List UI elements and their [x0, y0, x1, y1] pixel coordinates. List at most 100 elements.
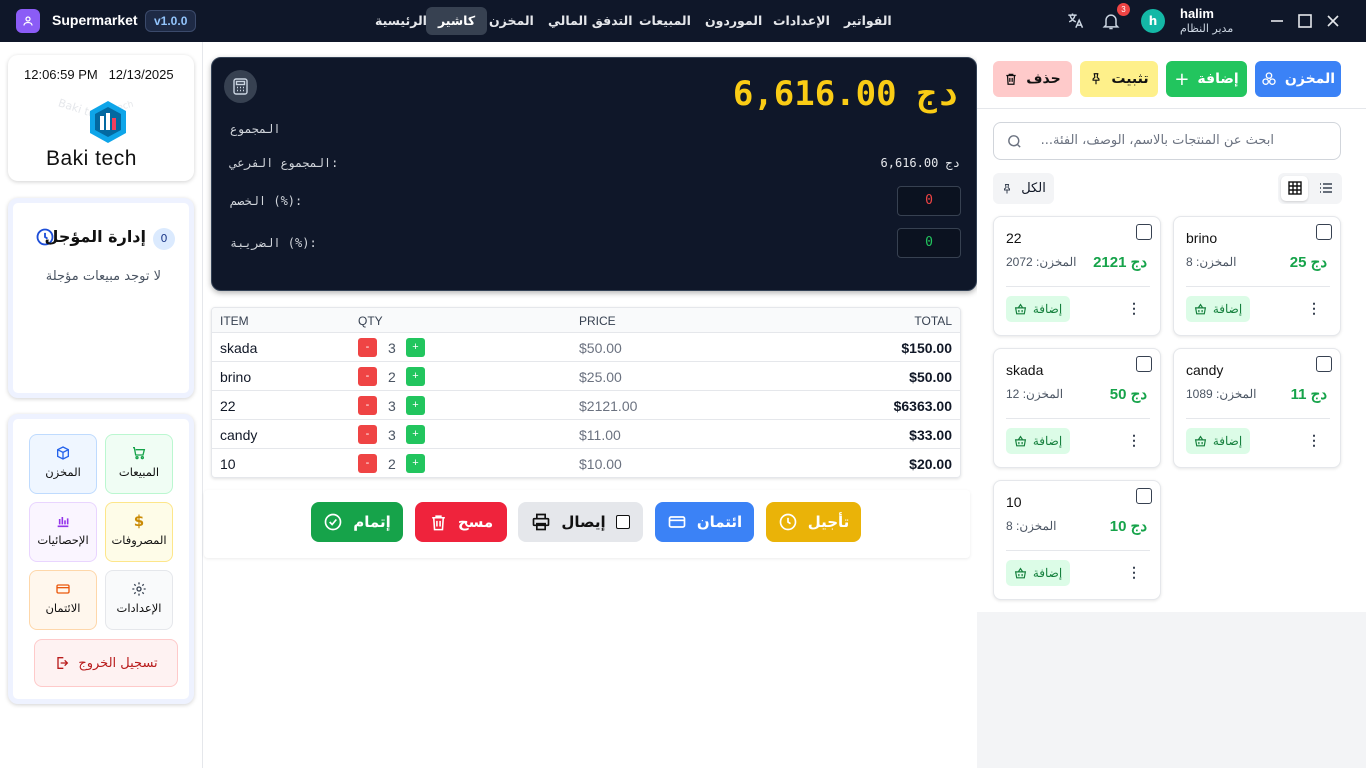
clock-time: 12:06:59 PM 12/13/2025 [24, 67, 174, 82]
trash-icon [1006, 73, 1016, 85]
product-name: candy [1186, 362, 1224, 378]
nav-home[interactable]: الرئيسية [375, 7, 427, 35]
add-to-cart-button[interactable]: إضافة [1006, 296, 1070, 322]
maximize-icon[interactable] [1295, 11, 1315, 31]
deferred-count-badge: 0 [153, 228, 175, 250]
increase-qty-button[interactable]: + [406, 396, 425, 415]
decrease-qty-button[interactable]: - [358, 396, 377, 415]
receipt-button[interactable]: إيصال [518, 502, 643, 542]
product-checkbox[interactable] [1316, 224, 1332, 240]
credit-card-icon [668, 516, 686, 528]
row-qty: 2 [388, 456, 396, 472]
add-to-cart-button[interactable]: إضافة [1186, 296, 1250, 322]
filter-all-button[interactable]: الكل [993, 173, 1054, 204]
defer-button[interactable]: تأجيل [766, 502, 861, 542]
product-price: دج 25 [1289, 254, 1327, 271]
deferred-title: إدارة المؤجل [44, 227, 146, 246]
close-icon[interactable] [1323, 11, 1343, 31]
product-search-input[interactable]: ابحث عن المنتجات بالاسم، الوصف، الفئة... [993, 122, 1341, 160]
avatar[interactable]: h [1141, 9, 1165, 33]
quick-nav-card: المبيعات المخزن $ المصروفات الإحصائيات ا… [8, 414, 194, 704]
nav-store[interactable]: المخزن [489, 7, 534, 35]
nav-cashflow[interactable]: التدفق المالي [548, 7, 633, 35]
nav-cashier[interactable]: كاشير [426, 7, 488, 35]
credit-button[interactable]: ائتمان [655, 502, 754, 542]
clock-card: 12:06:59 PM 12/13/2025 Baki tech tech Ba… [8, 55, 194, 181]
add-to-cart-button[interactable]: إضافة [1186, 428, 1250, 454]
product-price: دج 50 [1109, 386, 1147, 403]
product-card[interactable]: brino المخزن: 8 دج 25 إضافة ⋮ [1173, 216, 1341, 336]
increase-qty-button[interactable]: + [406, 367, 425, 386]
col-total: TOTAL [914, 314, 952, 328]
increase-qty-button[interactable]: + [406, 454, 425, 473]
logout-label: تسجيل الخروج [78, 655, 158, 671]
logout-icon [57, 657, 69, 669]
row-qty: 2 [388, 369, 396, 385]
tax-label: الضريبة (%): [230, 236, 317, 250]
divider [202, 42, 203, 768]
settings-tile-label: الإعدادات [116, 601, 162, 615]
increase-qty-button[interactable]: + [406, 338, 425, 357]
table-row: brino - 2 + $25.00 $50.00 [212, 362, 960, 391]
sales-tile[interactable]: المبيعات [105, 434, 173, 494]
increase-qty-button[interactable]: + [406, 425, 425, 444]
add-product-label: إضافة [1197, 71, 1239, 87]
minimize-icon[interactable] [1267, 11, 1287, 31]
nav-suppliers[interactable]: الموردون [705, 7, 762, 35]
grand-total: دج 6,616.00 [732, 74, 958, 114]
row-item: candy [220, 427, 258, 443]
delete-button[interactable]: حذف [993, 61, 1072, 97]
table-row: 10 - 2 + $10.00 $20.00 [212, 449, 960, 477]
add-to-cart-button[interactable]: إضافة [1006, 428, 1070, 454]
more-vertical-icon[interactable]: ⋮ [1126, 565, 1142, 581]
product-checkbox[interactable] [1136, 488, 1152, 504]
decrease-qty-button[interactable]: - [358, 425, 377, 444]
list-view-button[interactable] [1312, 176, 1339, 201]
decrease-qty-button[interactable]: - [358, 367, 377, 386]
calculator-button[interactable] [224, 70, 257, 103]
table-row: skada - 3 + $50.00 $150.00 [212, 333, 960, 362]
product-checkbox[interactable] [1136, 356, 1152, 372]
action-bar: إتمام مسح إيصال ائتمان تأجيل [204, 490, 970, 558]
credit-tile[interactable]: الائتمان [29, 570, 97, 630]
product-card[interactable]: skada المخزن: 12 دج 50 إضافة ⋮ [993, 348, 1161, 468]
more-vertical-icon[interactable]: ⋮ [1126, 433, 1142, 449]
more-vertical-icon[interactable]: ⋮ [1306, 301, 1322, 317]
products-panel: المخزن إضافة + تثبيت حذف ابحث عن المنتجا… [977, 42, 1366, 768]
expenses-tile-label: المصروفات [111, 533, 167, 547]
product-checkbox[interactable] [1136, 224, 1152, 240]
logout-button[interactable]: تسجيل الخروج [34, 639, 178, 687]
expenses-tile[interactable]: $ المصروفات [105, 502, 173, 562]
receipt-checkbox[interactable] [615, 515, 630, 529]
decrease-qty-button[interactable]: - [358, 338, 377, 357]
product-card[interactable]: candy المخزن: 1089 دج 11 إضافة ⋮ [1173, 348, 1341, 468]
pin-button[interactable]: تثبيت [1080, 61, 1158, 97]
decrease-qty-button[interactable]: - [358, 454, 377, 473]
store-button[interactable]: المخزن [1255, 61, 1341, 97]
product-card[interactable]: 10 المخزن: 8 دج 10 إضافة ⋮ [993, 480, 1161, 600]
basket-icon [1014, 303, 1026, 314]
more-vertical-icon[interactable]: ⋮ [1306, 433, 1322, 449]
nav-sales[interactable]: المبيعات [639, 7, 691, 35]
clear-button[interactable]: مسح [415, 502, 507, 542]
complete-button[interactable]: إتمام [311, 502, 403, 542]
add-to-cart-button[interactable]: إضافة [1006, 560, 1070, 586]
discount-input[interactable]: 0 [897, 186, 961, 216]
tax-input[interactable]: 0 [897, 228, 961, 258]
settings-tile[interactable]: الإعدادات [105, 570, 173, 630]
product-checkbox[interactable] [1316, 356, 1332, 372]
nav-settings[interactable]: الإعدادات [773, 7, 830, 35]
grid-view-button[interactable] [1281, 176, 1308, 201]
product-price: دج 11 [1290, 386, 1327, 403]
translate-icon[interactable] [1065, 11, 1085, 31]
stats-tile[interactable]: الإحصائيات [29, 502, 97, 562]
product-card[interactable]: 22 المخزن: 2072 دج 2121 إضافة ⋮ [993, 216, 1161, 336]
more-vertical-icon[interactable]: ⋮ [1126, 301, 1142, 317]
sales-tile-label: المبيعات [118, 465, 160, 479]
row-item: brino [220, 369, 252, 385]
complete-label: إتمام [353, 513, 391, 531]
nav-invoices[interactable]: الفواتير [844, 7, 892, 35]
add-product-button[interactable]: إضافة + [1166, 61, 1247, 97]
add-to-cart-label: إضافة [1212, 434, 1243, 448]
store-tile[interactable]: المخزن [29, 434, 97, 494]
